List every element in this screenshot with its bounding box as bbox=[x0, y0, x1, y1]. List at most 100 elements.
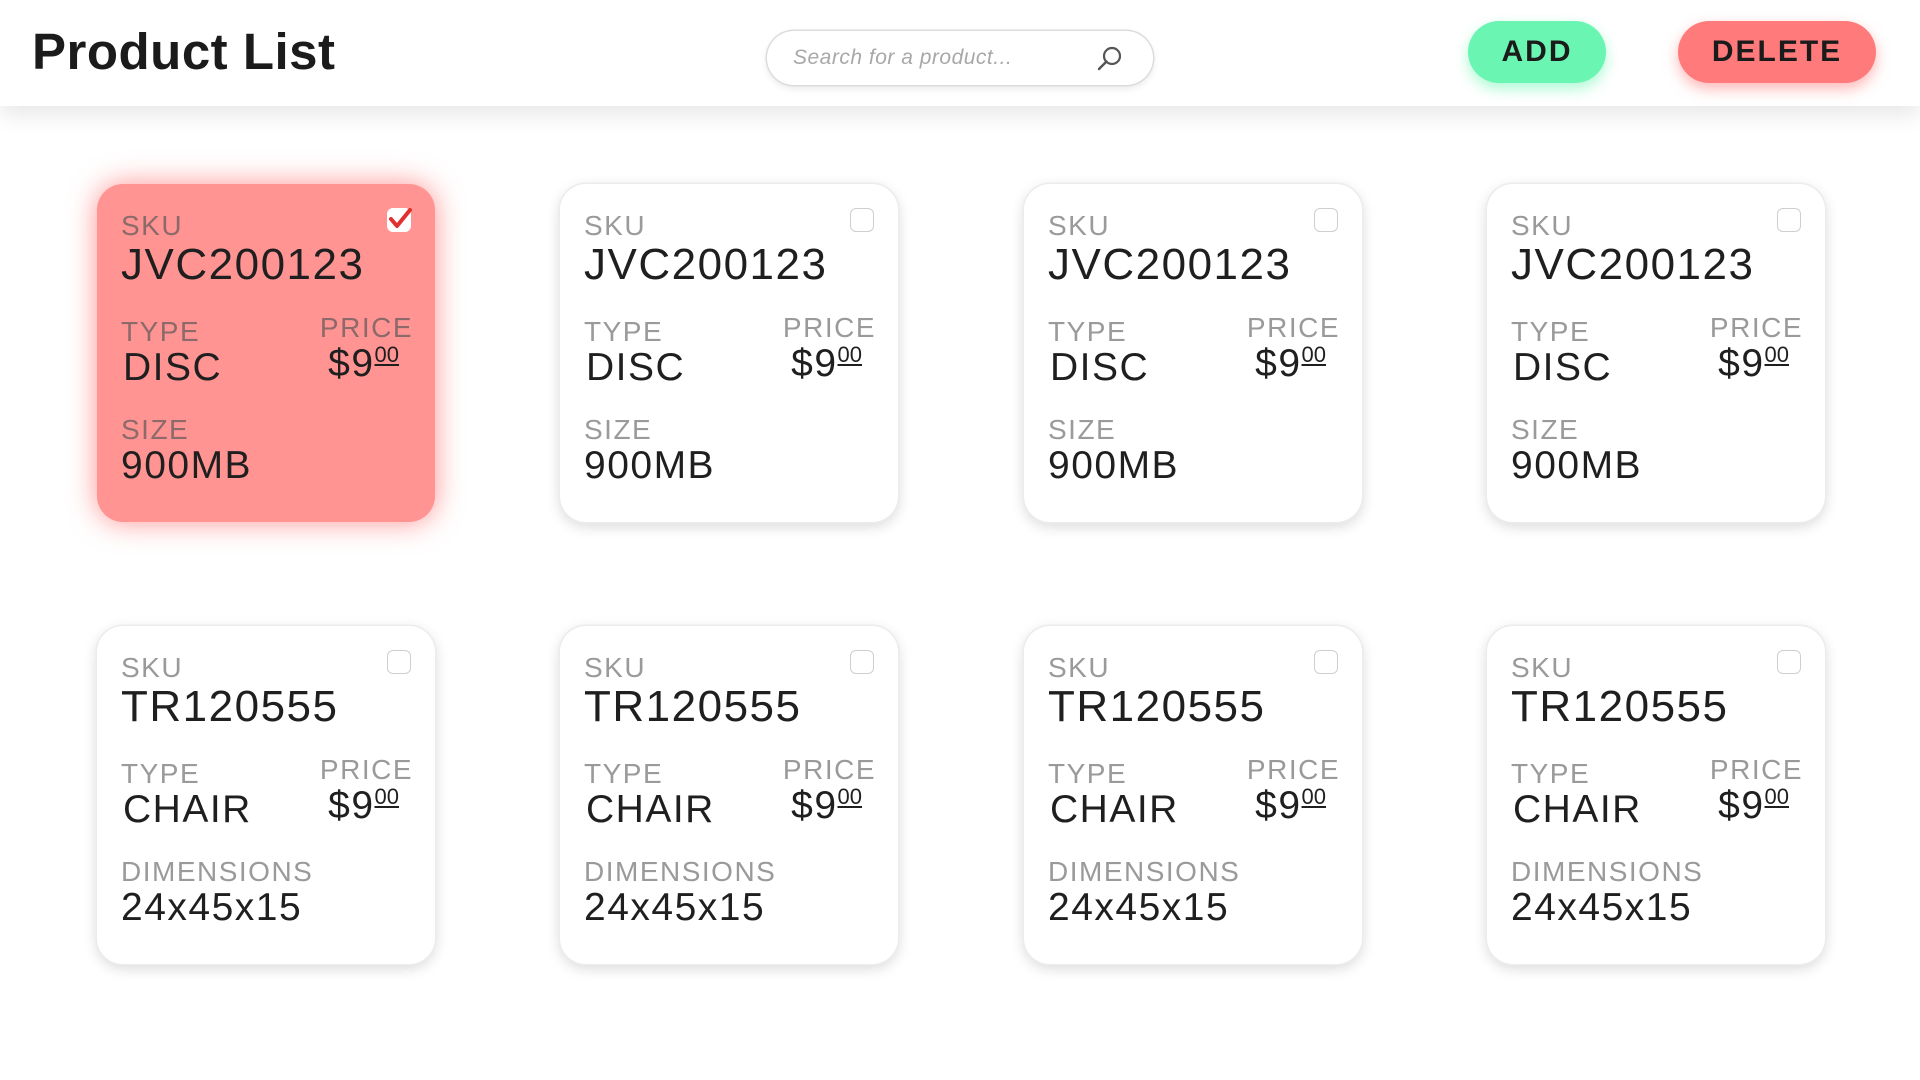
add-button[interactable]: ADD bbox=[1468, 21, 1606, 83]
type-value: CHAIR bbox=[1513, 788, 1642, 831]
type-label: TYPE bbox=[1048, 758, 1128, 789]
price-label: PRICE bbox=[1246, 754, 1340, 785]
price-cents: 00 bbox=[374, 784, 399, 809]
sku-label: SKU bbox=[1048, 652, 1111, 683]
size-value: 900MB bbox=[121, 444, 253, 487]
select-checkbox[interactable] bbox=[387, 650, 411, 674]
type-label: TYPE bbox=[1511, 758, 1591, 789]
price-cents: 00 bbox=[1301, 784, 1326, 809]
sku-value: JVC200123 bbox=[121, 240, 365, 289]
search-icon[interactable] bbox=[1095, 44, 1125, 74]
sku-label: SKU bbox=[1048, 210, 1111, 241]
size-label: SIZE bbox=[1048, 414, 1117, 445]
price-value: $900 bbox=[328, 342, 399, 386]
type-label: TYPE bbox=[121, 316, 201, 347]
sku-label: SKU bbox=[1511, 652, 1574, 683]
select-checkbox[interactable] bbox=[850, 208, 874, 232]
price-cents: 00 bbox=[374, 342, 399, 367]
sku-label: SKU bbox=[1511, 210, 1574, 241]
product-card[interactable]: SKU JVC200123 TYPE DISC PRICE $900 SIZE … bbox=[97, 184, 435, 522]
price-whole: $9 bbox=[1718, 784, 1765, 827]
select-checkbox[interactable] bbox=[850, 650, 874, 674]
product-grid: SKU JVC200123 TYPE DISC PRICE $900 SIZE … bbox=[0, 0, 1920, 1080]
price-whole: $9 bbox=[1718, 342, 1765, 385]
price-label: PRICE bbox=[1709, 754, 1803, 785]
dimensions-label: DIMENSIONS bbox=[584, 856, 777, 887]
dimensions-value: 24x45x15 bbox=[1048, 886, 1230, 929]
sku-label: SKU bbox=[584, 652, 647, 683]
product-card[interactable]: SKU JVC200123 TYPE DISC PRICE $900 SIZE … bbox=[560, 184, 898, 522]
size-value: 900MB bbox=[1048, 444, 1180, 487]
size-label: SIZE bbox=[1511, 414, 1580, 445]
price-label: PRICE bbox=[1246, 312, 1340, 343]
type-label: TYPE bbox=[584, 758, 664, 789]
sku-label: SKU bbox=[121, 210, 184, 241]
select-checkbox[interactable] bbox=[387, 208, 412, 232]
price-label: PRICE bbox=[1709, 312, 1803, 343]
price-label: PRICE bbox=[782, 754, 876, 785]
product-card[interactable]: SKU TR120555 TYPE CHAIR PRICE $900 DIMEN… bbox=[1024, 626, 1362, 964]
price-cents: 00 bbox=[1764, 784, 1789, 809]
select-checkbox[interactable] bbox=[1314, 208, 1338, 232]
sku-value: JVC200123 bbox=[584, 240, 828, 289]
page-title: Product List bbox=[32, 23, 336, 80]
type-value: DISC bbox=[586, 346, 686, 389]
product-card[interactable]: SKU TR120555 TYPE CHAIR PRICE $900 DIMEN… bbox=[1487, 626, 1825, 964]
type-value: CHAIR bbox=[1050, 788, 1179, 831]
price-value: $900 bbox=[1255, 784, 1326, 828]
checkmark-icon bbox=[389, 208, 412, 228]
sku-value: TR120555 bbox=[584, 682, 802, 731]
product-card[interactable]: SKU TR120555 TYPE CHAIR PRICE $900 DIMEN… bbox=[97, 626, 435, 964]
dimensions-value: 24x45x15 bbox=[121, 886, 303, 929]
price-value: $900 bbox=[328, 784, 399, 828]
search-input[interactable] bbox=[793, 31, 1093, 85]
type-label: TYPE bbox=[1048, 316, 1128, 347]
size-value: 900MB bbox=[1511, 444, 1643, 487]
dimensions-label: DIMENSIONS bbox=[1048, 856, 1241, 887]
sku-value: TR120555 bbox=[121, 682, 339, 731]
price-cents: 00 bbox=[1764, 342, 1789, 367]
price-value: $900 bbox=[1718, 342, 1789, 386]
price-cents: 00 bbox=[1301, 342, 1326, 367]
select-checkbox[interactable] bbox=[1777, 650, 1801, 674]
select-checkbox[interactable] bbox=[1777, 208, 1801, 232]
price-value: $900 bbox=[791, 784, 862, 828]
dimensions-value: 24x45x15 bbox=[584, 886, 766, 929]
price-label: PRICE bbox=[319, 312, 413, 343]
type-label: TYPE bbox=[1511, 316, 1591, 347]
sku-label: SKU bbox=[121, 652, 184, 683]
sku-value: JVC200123 bbox=[1048, 240, 1292, 289]
sku-label: SKU bbox=[584, 210, 647, 241]
dimensions-label: DIMENSIONS bbox=[1511, 856, 1704, 887]
type-value: DISC bbox=[123, 346, 223, 389]
dimensions-label: DIMENSIONS bbox=[121, 856, 314, 887]
price-whole: $9 bbox=[1255, 784, 1302, 827]
select-checkbox[interactable] bbox=[1314, 650, 1338, 674]
price-whole: $9 bbox=[328, 342, 375, 385]
size-label: SIZE bbox=[584, 414, 653, 445]
type-label: TYPE bbox=[584, 316, 664, 347]
search-box[interactable] bbox=[767, 31, 1153, 85]
top-bar: Product List ADD DELETE bbox=[0, 0, 1920, 106]
price-label: PRICE bbox=[319, 754, 413, 785]
price-whole: $9 bbox=[1255, 342, 1302, 385]
sku-value: TR120555 bbox=[1511, 682, 1729, 731]
product-card[interactable]: SKU TR120555 TYPE CHAIR PRICE $900 DIMEN… bbox=[560, 626, 898, 964]
product-card[interactable]: SKU JVC200123 TYPE DISC PRICE $900 SIZE … bbox=[1487, 184, 1825, 522]
type-value: DISC bbox=[1050, 346, 1150, 389]
sku-value: JVC200123 bbox=[1511, 240, 1755, 289]
price-value: $900 bbox=[1255, 342, 1326, 386]
product-card[interactable]: SKU JVC200123 TYPE DISC PRICE $900 SIZE … bbox=[1024, 184, 1362, 522]
price-cents: 00 bbox=[837, 784, 862, 809]
size-label: SIZE bbox=[121, 414, 190, 445]
size-value: 900MB bbox=[584, 444, 716, 487]
price-value: $900 bbox=[1718, 784, 1789, 828]
delete-button[interactable]: DELETE bbox=[1678, 21, 1876, 83]
price-whole: $9 bbox=[328, 784, 375, 827]
price-whole: $9 bbox=[791, 342, 838, 385]
type-value: DISC bbox=[1513, 346, 1613, 389]
price-whole: $9 bbox=[791, 784, 838, 827]
price-cents: 00 bbox=[837, 342, 862, 367]
sku-value: TR120555 bbox=[1048, 682, 1266, 731]
type-label: TYPE bbox=[121, 758, 201, 789]
